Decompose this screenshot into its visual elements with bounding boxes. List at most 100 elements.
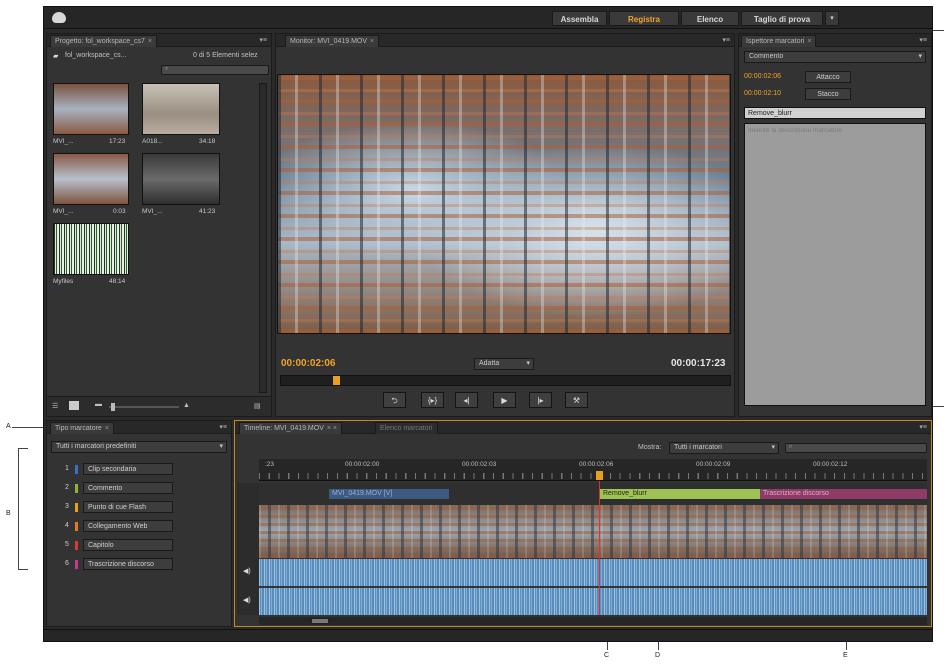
clip-duration: 0:03 <box>113 208 126 215</box>
timeline-ruler[interactable]: :23 00:00:02:00 00:00:02:03 00:00:02:06 … <box>259 459 927 481</box>
project-scrollbar[interactable] <box>259 83 267 393</box>
ruler-tick-label: 00:00:02:09 <box>696 461 731 468</box>
marker-filter-value: Tutti i marcatori predefiniti <box>56 443 137 450</box>
playhead-icon[interactable] <box>596 471 603 480</box>
tab-marker-inspector[interactable]: Ispettore marcatori × <box>741 35 817 47</box>
tab-marker-list[interactable]: Elenco marcatori <box>375 422 438 434</box>
subclip-marker[interactable]: MVI_0419.MOV [V] <box>329 489 449 499</box>
play-button[interactable]: ▶ <box>493 392 516 408</box>
step-forward-button[interactable]: |▸ <box>529 392 552 408</box>
marker-number: 5 <box>65 541 69 548</box>
marker-type-dropdown[interactable]: Commento ▾ <box>744 51 926 63</box>
chevron-down-icon: ▾ <box>918 53 922 60</box>
out-point-timecode[interactable]: 00:00:02:10 <box>744 90 781 97</box>
chevron-down-icon: ▾ <box>526 360 530 367</box>
speaker-icon[interactable]: ◀) <box>243 596 251 604</box>
fit-dropdown-value: Adatta <box>479 360 500 367</box>
workspace-registra-button[interactable]: Registra <box>609 11 679 26</box>
timeline-search-input[interactable]: ⌕ <box>785 443 927 453</box>
wrench-icon[interactable]: ⚒ <box>565 392 588 408</box>
comment-marker[interactable]: Remove_blurr <box>600 489 760 499</box>
panel-menu-icon[interactable]: ▾≡ <box>919 35 927 46</box>
marker-number: 6 <box>65 560 69 567</box>
tab-project[interactable]: Progetto: fol_workspace_cs7 × <box>50 35 157 47</box>
show-markers-dropdown[interactable]: Tutti i marcatori ▾ <box>669 442 779 454</box>
marker-filter-dropdown[interactable]: Tutti i marcatori predefiniti ▾ <box>51 441 227 453</box>
workspace-assembla-button[interactable]: Assembla <box>552 11 607 26</box>
zoom-slider[interactable] <box>109 406 179 408</box>
zoom-in-icon[interactable]: ▲ <box>183 402 190 409</box>
close-icon[interactable]: × <box>105 425 109 432</box>
selection-count: 0 di 5 Elementi selez <box>193 52 258 59</box>
panel-menu-icon[interactable]: ▾≡ <box>722 35 730 46</box>
step-back-button[interactable]: ◂| <box>455 392 478 408</box>
playhead-icon[interactable] <box>333 376 340 385</box>
close-icon[interactable]: × <box>148 38 152 45</box>
close-icon[interactable]: × × <box>327 425 337 432</box>
callout-right-line-bottom <box>932 406 944 407</box>
workspace-taglio-button[interactable]: Taglio di prova <box>741 11 823 26</box>
clip-duration: 48:14 <box>109 278 126 285</box>
close-icon[interactable]: × <box>807 38 811 45</box>
project-search-input[interactable]: ⌕ <box>161 65 269 75</box>
clip-thumbnail[interactable] <box>53 83 129 135</box>
marker-number: 4 <box>65 522 69 529</box>
video-track[interactable] <box>259 505 927 558</box>
set-out-button[interactable]: Stacco <box>805 88 851 100</box>
workspace-elenco-button[interactable]: Elenco <box>681 11 739 26</box>
audio-track-1[interactable] <box>259 559 927 586</box>
audio-track-2[interactable] <box>259 588 927 615</box>
clip-thumbnail[interactable] <box>142 153 220 205</box>
zoom-out-icon[interactable]: ▬ <box>95 401 102 408</box>
marker-color-swatch <box>75 560 78 569</box>
clip-thumbnail[interactable] <box>142 83 220 135</box>
callout-d: D <box>655 652 661 659</box>
in-point-timecode[interactable]: 00:00:02:06 <box>744 73 781 80</box>
marker-type-button[interactable]: Commento <box>83 482 173 494</box>
audio-thumbnail[interactable] <box>53 223 129 275</box>
current-timecode[interactable]: 00:00:02:06 <box>281 358 335 369</box>
marker-description-textarea[interactable]: Inserire la descrizione marcatore <box>744 123 926 406</box>
zoom-slider-handle[interactable] <box>111 403 115 411</box>
callout-e: E <box>843 652 848 659</box>
marker-type-button[interactable]: Trascrizione discorso <box>83 558 173 570</box>
chevron-down-icon: ▾ <box>219 443 223 450</box>
clip-duration: 41:23 <box>199 208 216 215</box>
fit-dropdown[interactable]: Adatta ▾ <box>474 358 534 370</box>
marker-type-button[interactable]: Punto di cue Flash <box>83 501 173 513</box>
panel-menu-icon[interactable]: ▾≡ <box>259 35 267 46</box>
marker-color-swatch <box>75 503 78 512</box>
play-in-out-button[interactable]: {▸} <box>421 392 444 408</box>
marker-type-button[interactable]: Clip secondaria <box>83 463 173 475</box>
speaker-icon[interactable]: ◀) <box>243 567 251 575</box>
show-label: Mostra: <box>638 444 662 451</box>
list-view-icon[interactable]: ☰ <box>52 402 58 410</box>
panel-menu-icon[interactable]: ▾≡ <box>919 422 927 433</box>
new-item-icon[interactable]: ▤ <box>254 402 261 410</box>
marker-type-button[interactable]: Capitolo <box>83 539 173 551</box>
ruler-tick-label: 00:00:02:03 <box>462 461 497 468</box>
clip-thumbnail[interactable] <box>53 153 129 205</box>
loop-button[interactable]: ⮌ <box>383 392 406 408</box>
timeline-zoom-handle[interactable] <box>311 618 329 624</box>
tab-monitor[interactable]: Monitor: MVI_0419.MOV × <box>285 35 380 47</box>
ruler-tick-label: :23 <box>265 461 275 468</box>
ruler-tick-label: 00:00:02:06 <box>579 461 614 468</box>
marker-color-swatch <box>75 465 78 474</box>
clip-duration: 34:18 <box>199 138 216 145</box>
icon-view-icon[interactable] <box>69 401 79 410</box>
marker-type-value: Commento <box>749 53 784 60</box>
clip-name: MVI_... <box>142 208 163 215</box>
workspace-menu-icon[interactable]: ▾ <box>825 11 839 26</box>
ruler-ticks <box>259 473 927 479</box>
tab-marker-type-label: Tipo marcatore <box>55 425 102 432</box>
panel-menu-icon[interactable]: ▾≡ <box>219 422 227 433</box>
marker-type-button[interactable]: Collegamento Web <box>83 520 173 532</box>
speech-transcript-marker[interactable]: Trascrizione discorso <box>760 489 927 499</box>
set-in-button[interactable]: Attacco <box>805 71 851 83</box>
monitor-time-ruler[interactable] <box>280 375 731 386</box>
tab-marker-type[interactable]: Tipo marcatore × <box>50 422 114 434</box>
close-icon[interactable]: × <box>370 38 374 45</box>
tab-timeline[interactable]: Timeline: MVI_0419.MOV × × <box>239 422 343 434</box>
marker-name-input[interactable]: Remove_blurr <box>744 107 926 119</box>
